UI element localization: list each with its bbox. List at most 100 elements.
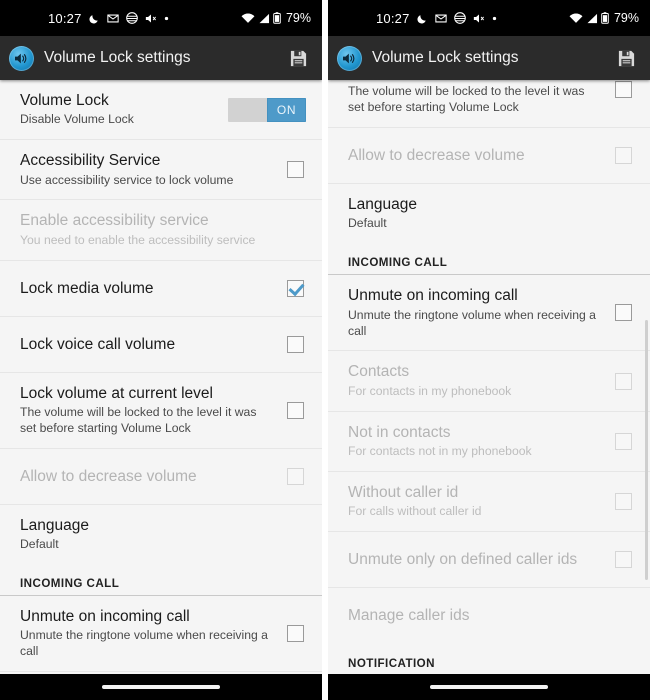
checkbox-lock-media-volume[interactable]	[287, 279, 304, 297]
list-item: Enable accessibility service You need to…	[0, 200, 322, 261]
list-item: Allow to decrease volume	[0, 448, 322, 505]
row-title: Language	[20, 516, 89, 534]
envelope-icon	[106, 13, 119, 24]
row-title: Lock media volume	[20, 279, 154, 297]
checkbox-lock-volume-current-level[interactable]	[287, 401, 304, 419]
row-text: Allow to decrease volume	[20, 467, 287, 486]
list-item: Allow to decrease volume	[328, 128, 650, 185]
checkbox-unmute-on-incoming-call[interactable]	[287, 625, 304, 643]
row-title: Enable accessibility service	[20, 212, 209, 230]
status-bar-left: 10:27 79%	[0, 0, 322, 36]
row-text: Lock volume at current level The volume …	[20, 384, 287, 437]
row-title: Allow to decrease volume	[20, 467, 197, 485]
volume-speaker-icon	[9, 45, 34, 71]
row-title: Manage caller ids	[348, 607, 470, 625]
settings-list-inner-right: Lock volume at current level The volume …	[328, 80, 650, 674]
volume-lock-toggle[interactable]: ON	[228, 97, 306, 122]
wifi-icon	[569, 13, 583, 24]
list-item: Contacts For contacts in my phonebook	[328, 351, 650, 412]
list-item[interactable]: Language Default	[328, 184, 650, 244]
dot-icon	[492, 16, 497, 21]
category-label: INCOMING CALL	[348, 256, 448, 270]
settings-list-inner-left: Volume Lock Disable Volume Lock ON Acces…	[0, 80, 322, 674]
home-gesture-pill[interactable]	[102, 685, 220, 689]
right-phone-screen: 10:27 79% Volume Lock settings The volum…	[328, 0, 650, 700]
row-title: Contacts	[348, 363, 410, 381]
checkbox-contacts	[615, 372, 632, 390]
list-item[interactable]: Unmute on incoming call Unmute the ringt…	[328, 275, 650, 352]
layers-icon	[125, 12, 138, 24]
battery-icon	[273, 12, 281, 24]
status-bar-left-group: 10:27	[48, 11, 169, 26]
checkbox-accessibility-service[interactable]	[287, 161, 304, 179]
list-item[interactable]: Language Default	[0, 504, 322, 565]
row-subtitle: For contacts not in my phonebook	[348, 444, 532, 459]
navigation-bar-right	[328, 674, 650, 700]
row-text: Enable accessibility service You need to…	[20, 211, 308, 248]
list-item[interactable]: Lock media volume	[0, 260, 322, 317]
page-title: Volume Lock settings	[372, 49, 519, 66]
status-bar-left-group: 10:27	[376, 11, 497, 26]
settings-list-right[interactable]: Lock volume at current level The volume …	[328, 80, 650, 674]
floppy-disk-save-icon[interactable]	[612, 44, 640, 72]
row-title: Volume Lock	[20, 92, 109, 109]
checkbox-lock-volume-current-level[interactable]	[615, 81, 632, 99]
row-text: Unmute on incoming call Unmute the ringt…	[20, 607, 287, 660]
list-item[interactable]: Lock voice call volume	[0, 316, 322, 373]
category-header-incoming-call: INCOMING CALL	[0, 564, 322, 597]
row-title: Lock volume at current level	[20, 384, 213, 402]
dot-icon	[164, 16, 169, 21]
row-title: Lock volume at current level	[348, 80, 603, 82]
row-title: Without caller id	[348, 483, 459, 501]
row-text: Manage caller ids	[348, 606, 636, 625]
list-item: Not in contacts For contacts not in my p…	[328, 411, 650, 472]
floppy-disk-save-icon[interactable]	[284, 44, 312, 72]
list-item[interactable]: Lock volume at current level The volume …	[0, 372, 322, 449]
dual-screenshot-container: 10:27 79% Volume Lock settings Volume Lo…	[0, 0, 650, 700]
home-gesture-pill[interactable]	[430, 685, 548, 689]
list-item: Contacts For contacts in my phonebook	[0, 672, 322, 674]
signal-icon	[258, 13, 270, 24]
status-bar-right-group: 79%	[569, 11, 639, 25]
list-item: Without caller id For calls without call…	[328, 471, 650, 533]
settings-list-left[interactable]: Volume Lock Disable Volume Lock ON Acces…	[0, 80, 322, 674]
row-subtitle: You need to enable the accessibility ser…	[20, 232, 256, 247]
row-title: Unmute on incoming call	[20, 608, 190, 626]
status-bar-clock: 10:27	[376, 10, 410, 26]
row-title: Allow to decrease volume	[348, 146, 525, 164]
list-item[interactable]: Unmute on incoming call Unmute the ringt…	[0, 596, 322, 673]
category-header-incoming-call: INCOMING CALL	[328, 243, 650, 276]
status-bar-clock: 10:27	[48, 10, 82, 26]
row-subtitle: Default	[348, 216, 387, 231]
category-header-notification: NOTIFICATION	[328, 644, 650, 674]
list-item[interactable]: Volume Lock Disable Volume Lock ON	[0, 80, 322, 141]
signal-icon	[586, 13, 598, 24]
checkbox-lock-voice-call-volume[interactable]	[287, 335, 304, 353]
checkbox-unmute-only-defined-caller-ids	[615, 551, 632, 569]
page-title: Volume Lock settings	[44, 49, 191, 66]
checkbox-without-caller-id	[615, 493, 632, 510]
category-label: INCOMING CALL	[20, 577, 120, 591]
volume-mute-icon	[145, 13, 157, 24]
status-bar-right: 10:27 79%	[328, 0, 650, 36]
row-text: Accessibility Service Use accessibility …	[20, 151, 287, 188]
toggle-thumb-on: ON	[267, 97, 306, 122]
status-bar-right-group: 79%	[241, 11, 311, 25]
row-subtitle: Unmute the ringtone volume when receivin…	[348, 307, 596, 338]
row-title: Lock voice call volume	[20, 335, 176, 353]
list-item[interactable]: Accessibility Service Use accessibility …	[0, 140, 322, 201]
checkbox-unmute-on-incoming-call[interactable]	[615, 304, 632, 322]
category-label: NOTIFICATION	[348, 657, 435, 671]
battery-percent-label: 79%	[613, 11, 639, 25]
row-subtitle: Disable Volume Lock	[20, 112, 134, 127]
row-text: Unmute on incoming call Unmute the ringt…	[348, 286, 615, 339]
action-bar-left: Volume Lock settings	[0, 36, 322, 80]
row-subtitle: Default	[20, 537, 59, 552]
checkbox-allow-decrease-volume	[287, 467, 304, 485]
vertical-scrollbar[interactable]	[645, 320, 648, 580]
row-text: Language Default	[348, 195, 636, 232]
row-title: Accessibility Service	[20, 152, 161, 170]
list-item[interactable]: Lock volume at current level The volume …	[328, 80, 650, 129]
wifi-icon	[241, 13, 255, 24]
layers-icon	[453, 12, 466, 24]
